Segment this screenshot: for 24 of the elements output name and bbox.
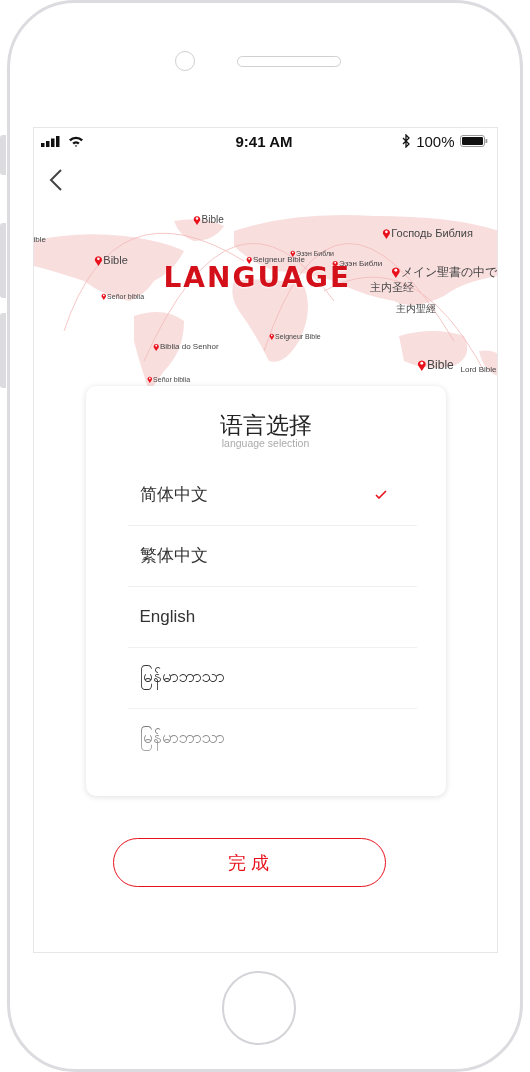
map-label: Господь Библия [391, 228, 473, 239]
map-label: Biblia do Senhor [159, 343, 219, 351]
map-label: Seigneur Bible [252, 256, 305, 264]
language-option[interactable]: 简体中文 [127, 464, 417, 526]
status-time: 9:41 AM [235, 132, 293, 150]
map-label: 主内圣经 [369, 282, 414, 293]
battery-percentage: 100% [416, 132, 455, 150]
map-label: Bible [201, 215, 224, 225]
done-button[interactable]: 完 成 [112, 838, 386, 887]
map-label: メイン聖書の中で [401, 266, 497, 278]
map-label: Bible [103, 255, 128, 266]
language-option[interactable]: English [127, 586, 417, 648]
map-label: ible [33, 236, 46, 244]
bluetooth-icon [402, 134, 412, 148]
language-option[interactable]: 繁体中文 [127, 525, 417, 587]
battery-icon [459, 135, 488, 147]
language-option[interactable]: မြန်မာဘာသာ [127, 647, 417, 709]
map-label: Bible [427, 359, 454, 371]
card-subtitle: language selection [221, 438, 310, 449]
map-label: 主内聖經 [395, 304, 436, 314]
signal-icon [40, 135, 63, 147]
map-label: Lord Bible [460, 366, 497, 374]
wifi-icon [67, 135, 84, 147]
card-title: 语言选择 [219, 414, 312, 437]
